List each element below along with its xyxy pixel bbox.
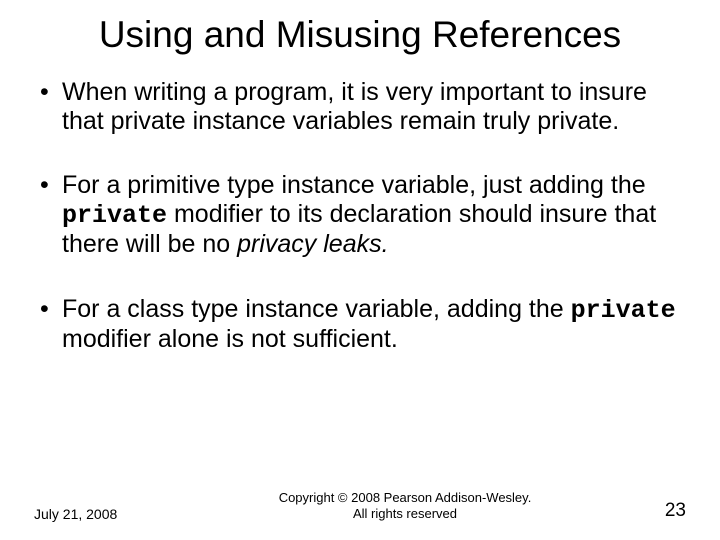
copyright-line2: All rights reserved xyxy=(353,506,457,521)
slide-title: Using and Misusing References xyxy=(34,14,686,56)
bullet-text-pre: For a class type instance variable, addi… xyxy=(62,295,571,323)
bullet-text-post: modifier alone is not sufficient. xyxy=(62,325,398,353)
bullet-item: For a primitive type instance variable, … xyxy=(34,171,686,259)
italic-term: privacy leaks. xyxy=(237,230,388,258)
footer-page-number: 23 xyxy=(646,500,686,522)
bullet-text-pre: For a primitive type instance variable, … xyxy=(62,171,646,199)
bullet-text: When writing a program, it is very impor… xyxy=(62,78,647,135)
slide: Using and Misusing References When writi… xyxy=(0,0,720,540)
code-keyword: private xyxy=(62,201,167,230)
slide-footer: July 21, 2008 Copyright © 2008 Pearson A… xyxy=(0,490,720,523)
code-keyword: private xyxy=(571,296,676,325)
footer-copyright: Copyright © 2008 Pearson Addison-Wesley.… xyxy=(164,490,646,523)
copyright-line1: Copyright © 2008 Pearson Addison-Wesley. xyxy=(279,490,532,505)
bullet-list: When writing a program, it is very impor… xyxy=(34,78,686,354)
footer-date: July 21, 2008 xyxy=(34,506,164,522)
bullet-item: When writing a program, it is very impor… xyxy=(34,78,686,135)
bullet-item: For a class type instance variable, addi… xyxy=(34,295,686,354)
